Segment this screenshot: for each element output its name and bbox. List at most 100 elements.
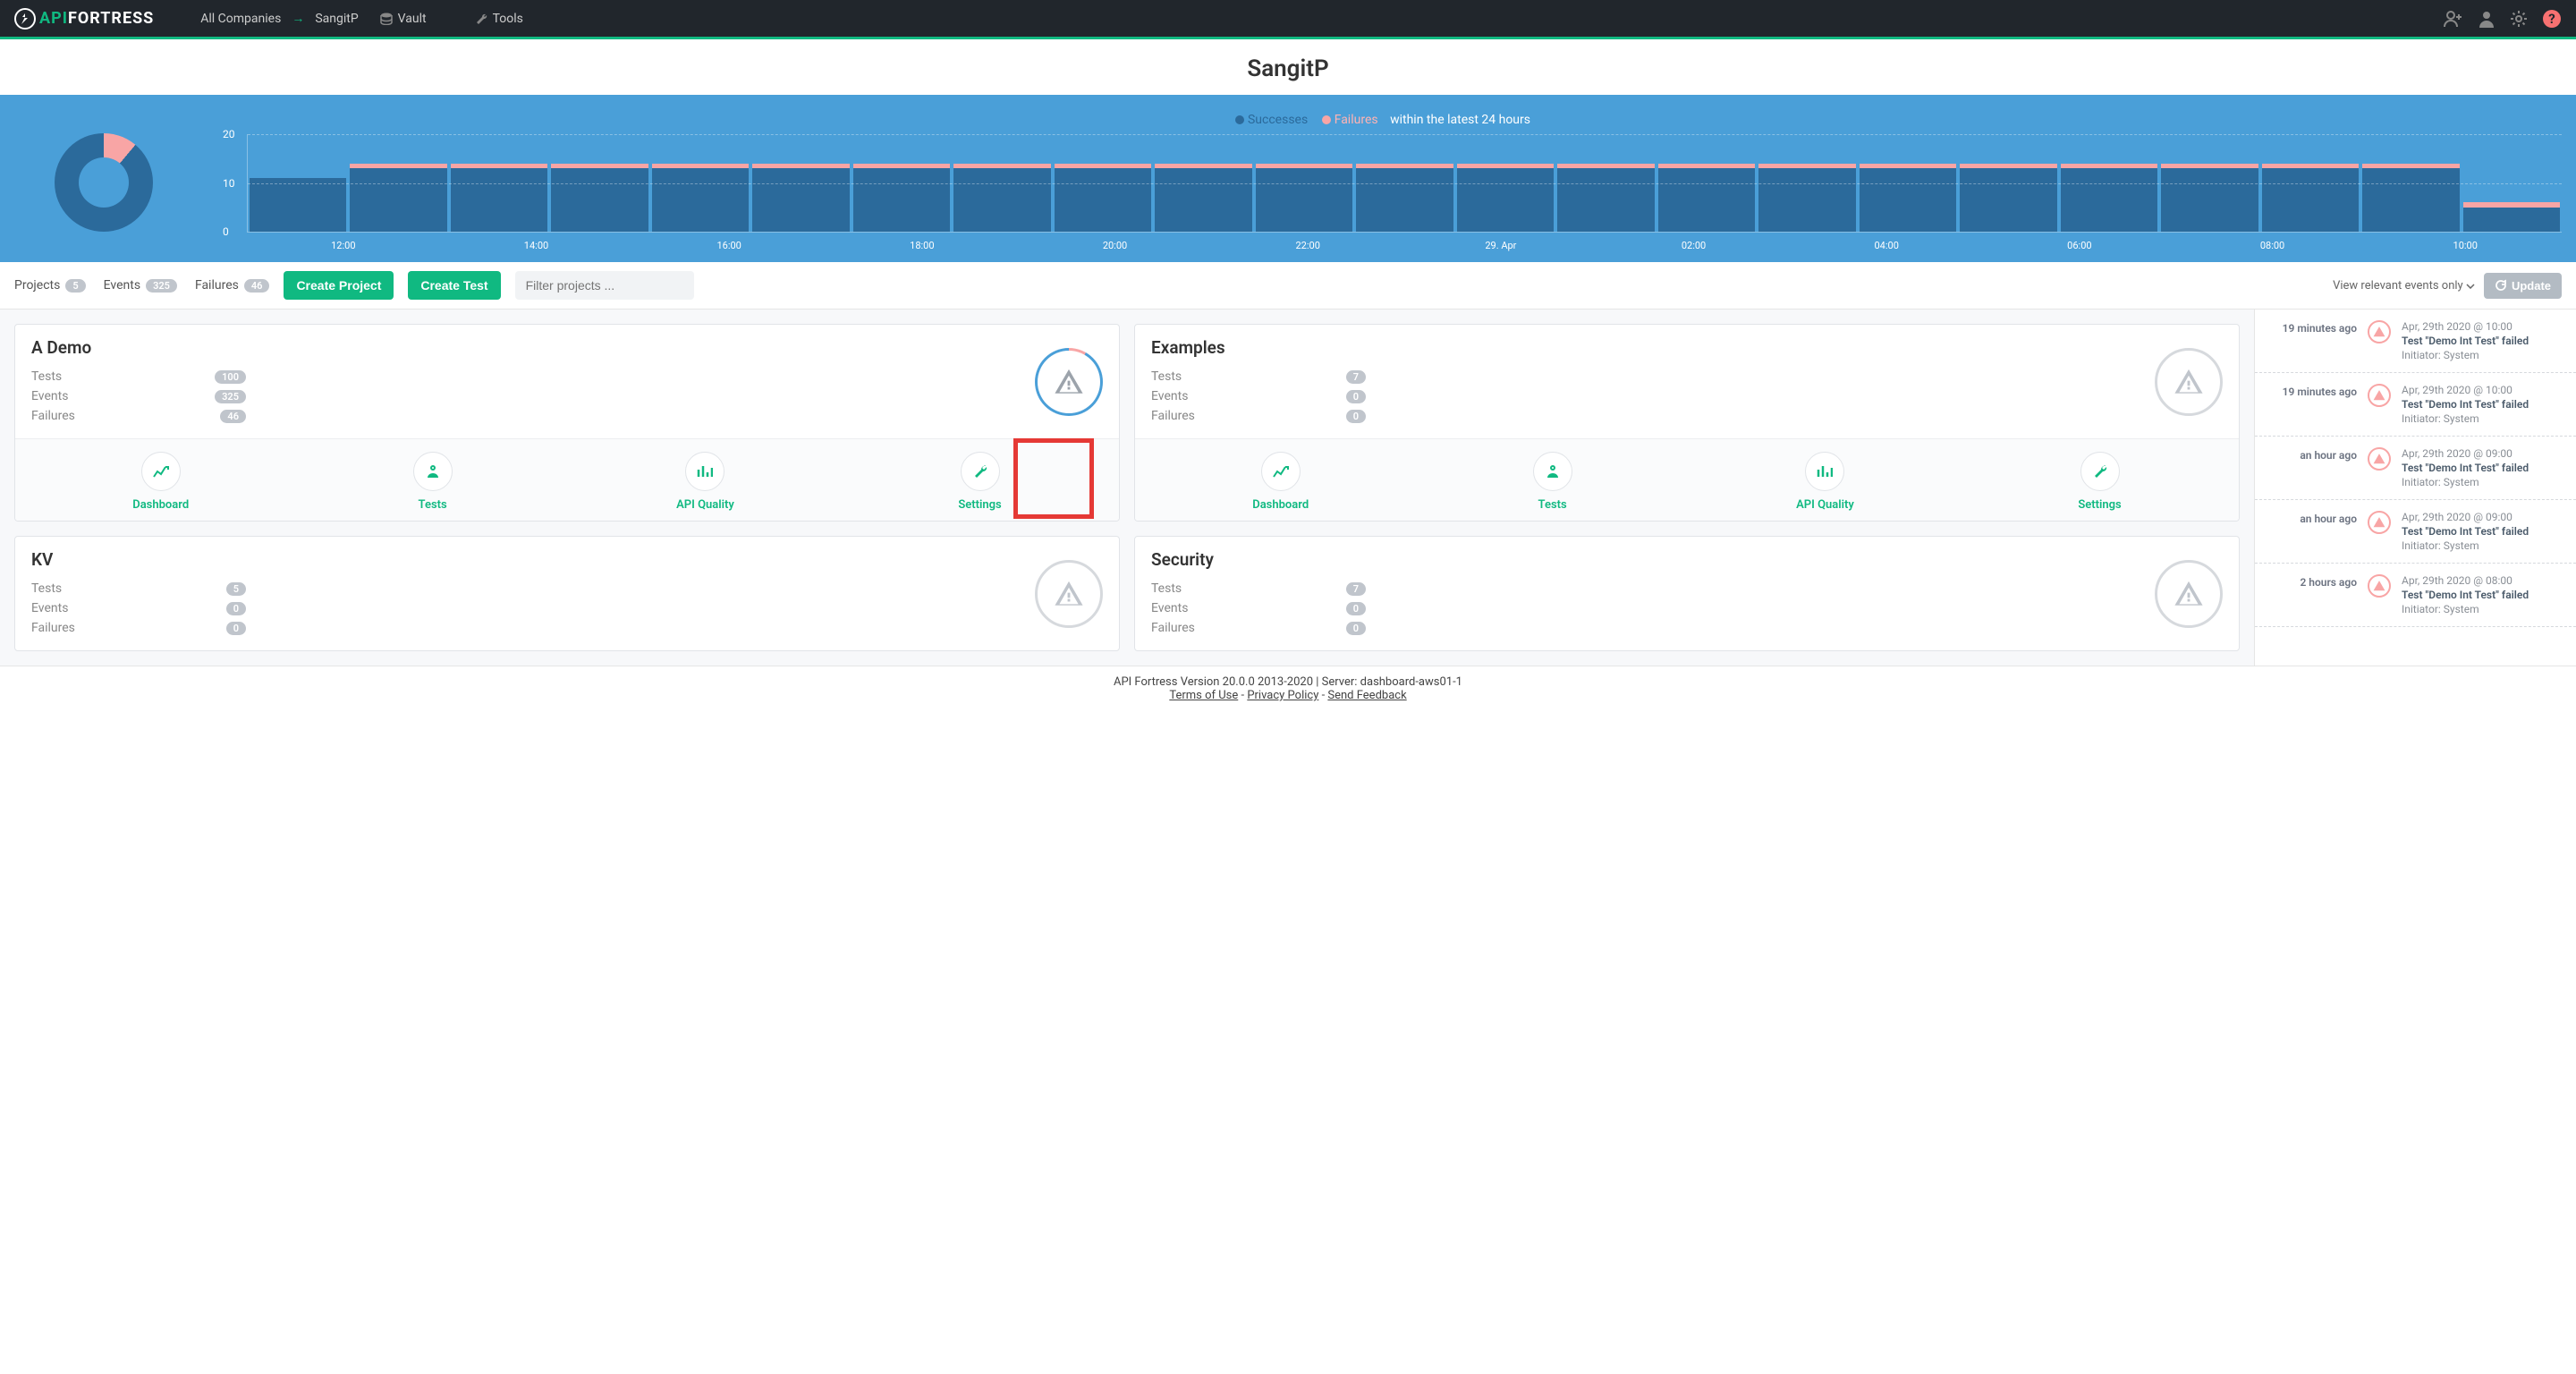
footer-feedback[interactable]: Send Feedback <box>1327 689 1406 702</box>
action-api-quality[interactable]: API Quality <box>1796 452 1854 512</box>
project-title: A Demo <box>31 337 246 358</box>
project-title: KV <box>31 549 246 570</box>
nav-all-companies[interactable]: All Companies <box>190 12 292 26</box>
event-warning-icon <box>2368 384 2391 407</box>
settings-icon <box>961 452 1000 491</box>
donut-chart <box>55 133 153 232</box>
event-time: an hour ago <box>2267 447 2357 462</box>
chart-area: Successes Failures within the latest 24 … <box>0 95 2576 262</box>
event-initiator: Initiator: System <box>2402 412 2563 425</box>
logo-fort: FORTRESS <box>68 9 154 28</box>
events-panel: 19 minutes ago Apr, 29th 2020 @ 10:00 Test… <box>2254 310 2576 666</box>
event-title: Test "Demo Int Test" failed <box>2402 462 2563 474</box>
footer-version: API Fortress Version 20.0.0 2013-2020 | … <box>9 675 2567 689</box>
logo[interactable]: APIFORTRESS <box>14 8 154 30</box>
event-date: Apr, 29th 2020 @ 08:00 <box>2402 574 2563 587</box>
event-title: Test "Demo Int Test" failed <box>2402 398 2563 411</box>
warning-icon <box>2174 367 2204 397</box>
action-settings[interactable]: Settings <box>2078 452 2121 512</box>
project-title: Examples <box>1151 337 1366 358</box>
warning-icon <box>2174 579 2204 609</box>
create-test-button[interactable]: Create Test <box>408 271 500 300</box>
event-title: Test "Demo Int Test" failed <box>2402 589 2563 601</box>
footer-privacy[interactable]: Privacy Policy <box>1247 689 1318 702</box>
database-icon <box>380 13 393 25</box>
status-ring <box>1035 348 1103 416</box>
warning-icon <box>1054 367 1084 397</box>
tests-icon <box>413 452 453 491</box>
footer-terms[interactable]: Terms of Use <box>1169 689 1238 702</box>
action-tests[interactable]: Tests <box>413 452 453 512</box>
project-card[interactable]: SecurityTests7Events0Failures0 <box>1134 536 2240 651</box>
update-button[interactable]: Update <box>2484 273 2562 299</box>
svg-text:?: ? <box>2548 11 2555 27</box>
project-card[interactable]: A DemoTests100Events325Failures46Dashboa… <box>14 324 1120 522</box>
event-initiator: Initiator: System <box>2402 603 2563 615</box>
chevron-down-icon <box>2466 284 2475 289</box>
action-dashboard[interactable]: Dashboard <box>1252 452 1309 512</box>
filter-projects-input[interactable] <box>515 271 694 300</box>
event-warning-icon <box>2368 574 2391 598</box>
projects-panel: A DemoTests100Events325Failures46Dashboa… <box>0 310 2254 666</box>
logo-api: API <box>39 9 68 28</box>
logo-icon <box>14 8 36 30</box>
nav-vault[interactable]: Vault <box>369 12 437 26</box>
help-icon[interactable]: ? <box>2542 9 2562 29</box>
nav-tools[interactable]: Tools <box>464 12 534 26</box>
tab-events[interactable]: Events325 <box>104 278 177 293</box>
event-date: Apr, 29th 2020 @ 09:00 <box>2402 447 2563 460</box>
status-ring <box>2155 348 2223 416</box>
action-api-quality[interactable]: API Quality <box>676 452 734 512</box>
status-ring <box>1035 560 1103 628</box>
warning-icon <box>1054 579 1084 609</box>
refresh-icon <box>2495 279 2507 292</box>
event-time: an hour ago <box>2267 511 2357 525</box>
event-row[interactable]: an hour ago Apr, 29th 2020 @ 09:00 Test "D… <box>2255 437 2576 500</box>
event-date: Apr, 29th 2020 @ 10:00 <box>2402 320 2563 333</box>
quality-icon <box>685 452 724 491</box>
event-warning-icon <box>2368 320 2391 344</box>
status-ring <box>2155 560 2223 628</box>
tab-failures[interactable]: Failures46 <box>195 278 270 293</box>
event-time: 2 hours ago <box>2267 574 2357 589</box>
event-warning-icon <box>2368 447 2391 471</box>
dashboard-icon <box>1261 452 1301 491</box>
project-title: Security <box>1151 549 1366 570</box>
action-settings[interactable]: Settings <box>958 452 1001 512</box>
top-nav: APIFORTRESS All Companies → SangitP Vaul… <box>0 0 2576 39</box>
arrow-right-icon: → <box>292 11 304 26</box>
event-date: Apr, 29th 2020 @ 09:00 <box>2402 511 2563 523</box>
nav-company[interactable]: SangitP <box>304 12 369 26</box>
chart-legend: Successes Failures within the latest 24 … <box>193 113 2562 127</box>
quality-icon <box>1805 452 1844 491</box>
gear-icon[interactable] <box>2510 10 2528 28</box>
project-card[interactable]: KVTests5Events0Failures0 <box>14 536 1120 651</box>
create-project-button[interactable]: Create Project <box>284 271 394 300</box>
tab-projects[interactable]: Projects5 <box>14 278 86 293</box>
action-tests[interactable]: Tests <box>1533 452 1572 512</box>
event-warning-icon <box>2368 511 2391 534</box>
view-relevant-toggle[interactable]: View relevant events only <box>2333 279 2475 293</box>
wrench-icon <box>475 13 487 25</box>
event-time: 19 minutes ago <box>2267 320 2357 335</box>
tests-icon <box>1533 452 1572 491</box>
dashboard-icon <box>141 452 181 491</box>
event-title: Test "Demo Int Test" failed <box>2402 525 2563 538</box>
event-row[interactable]: 19 minutes ago Apr, 29th 2020 @ 10:00 Test… <box>2255 310 2576 373</box>
add-user-icon[interactable] <box>2444 10 2463 28</box>
user-icon[interactable] <box>2478 10 2496 28</box>
event-time: 19 minutes ago <box>2267 384 2357 398</box>
action-dashboard[interactable]: Dashboard <box>132 452 189 512</box>
event-initiator: Initiator: System <box>2402 349 2563 361</box>
event-initiator: Initiator: System <box>2402 476 2563 488</box>
toolbar: Projects5 Events325 Failures46 Create Pr… <box>0 262 2576 310</box>
event-title: Test "Demo Int Test" failed <box>2402 335 2563 347</box>
event-initiator: Initiator: System <box>2402 539 2563 552</box>
event-date: Apr, 29th 2020 @ 10:00 <box>2402 384 2563 396</box>
event-row[interactable]: an hour ago Apr, 29th 2020 @ 09:00 Test "D… <box>2255 500 2576 564</box>
event-row[interactable]: 19 minutes ago Apr, 29th 2020 @ 10:00 Test… <box>2255 373 2576 437</box>
event-row[interactable]: 2 hours ago Apr, 29th 2020 @ 08:00 Test "D… <box>2255 564 2576 627</box>
project-card[interactable]: ExamplesTests7Events0Failures0DashboardT… <box>1134 324 2240 522</box>
settings-icon <box>2080 452 2120 491</box>
footer: API Fortress Version 20.0.0 2013-2020 | … <box>0 666 2576 711</box>
